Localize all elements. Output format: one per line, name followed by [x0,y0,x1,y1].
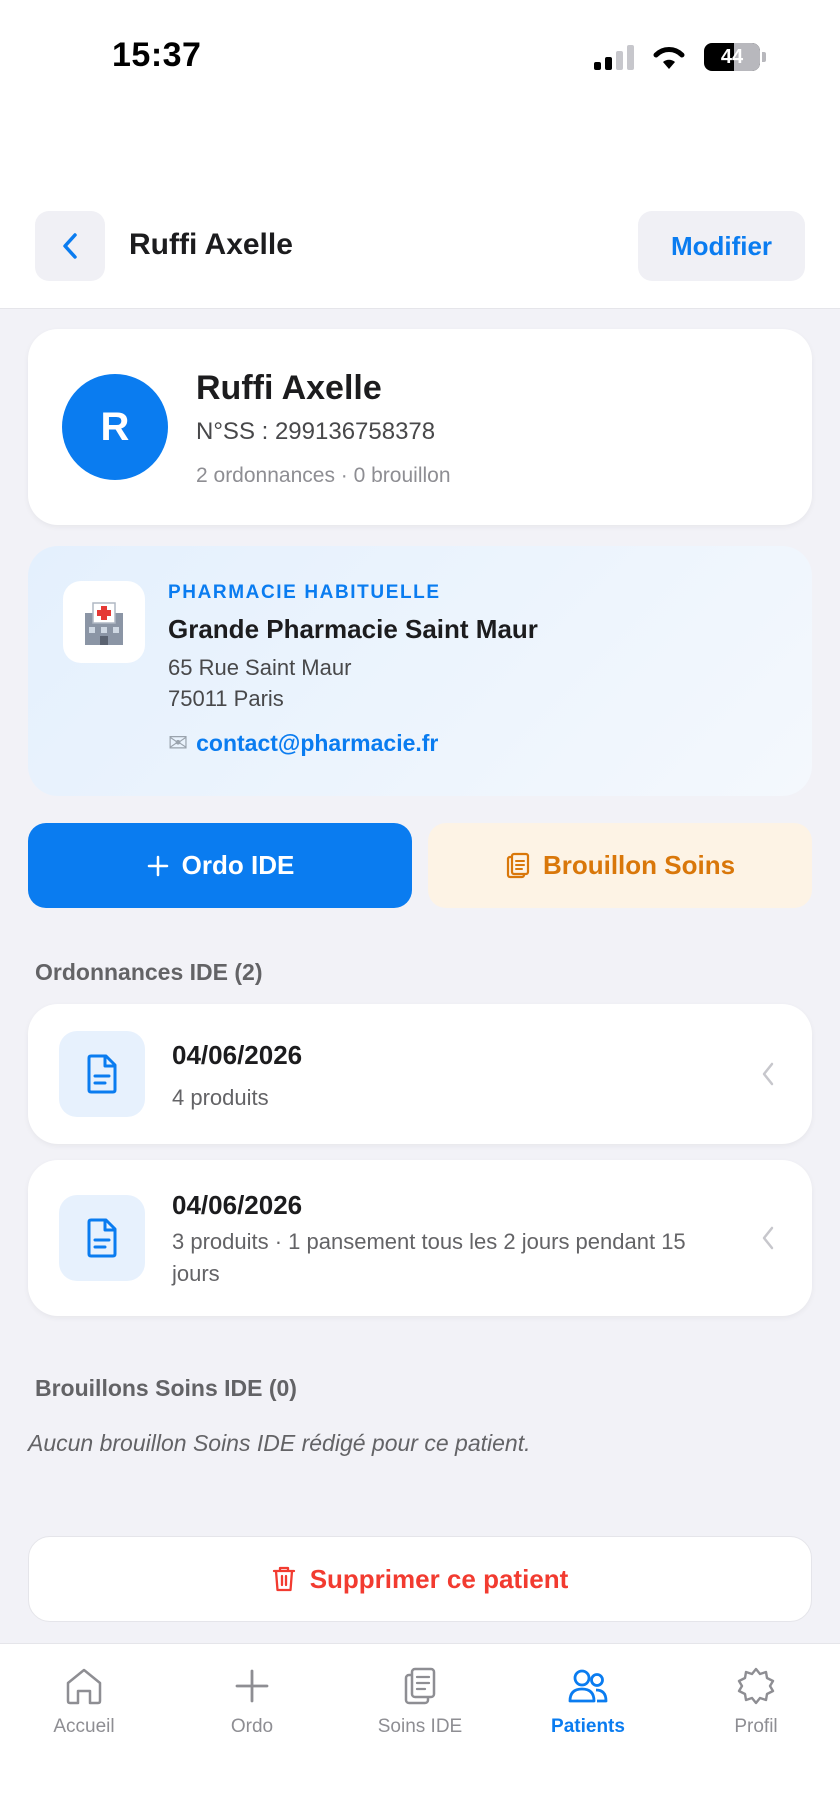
users-icon [568,1669,608,1703]
envelope-icon: ✉ [168,729,189,757]
pharmacy-name: Grande Pharmacie Saint Maur [168,614,538,644]
patient-card: R Ruffi Axelle N°SS : 299136758378 2 ord… [28,329,812,525]
status-time: 15:37 [112,36,202,74]
ordonnance-date: 04/06/2026 [172,1190,303,1220]
back-button[interactable] [35,211,105,281]
patient-name: Ruffi Axelle [196,369,382,407]
modify-button[interactable]: Modifier [638,211,805,281]
patient-meta: 2 ordonnances · 0 brouillon [196,464,451,487]
ordonnance-row[interactable]: 04/06/2026 3 produits · 1 pansement tous… [28,1160,812,1316]
new-brouillon-label: Brouillon Soins [542,850,736,880]
ordonnances-section-title: Ordonnances IDE (2) [35,959,263,985]
wifi-icon [653,47,685,69]
ordonnance-row[interactable]: 04/06/2026 4 produits [28,1004,812,1144]
new-ordo-button[interactable]: Ordo IDE [28,823,412,908]
pharmacy-email-link[interactable]: ✉ contact@pharmacie.fr [168,730,438,757]
battery-icon: 44 [704,43,760,71]
chevron-left-icon [63,233,77,259]
delete-patient-button[interactable]: Supprimer ce patient [28,1536,812,1622]
chevron-icon [760,1060,776,1088]
tab-ordo[interactable]: Ordo [182,1666,322,1738]
trash-icon [272,1566,295,1592]
brouillons-section-title: Brouillons Soins IDE (0) [35,1375,297,1401]
plus-icon [235,1669,269,1703]
tab-label: Accueil [53,1716,115,1737]
ordonnance-detail: 4 produits [172,1085,269,1110]
ordonnance-date: 04/06/2026 [172,1040,303,1070]
tab-soins-ide[interactable]: Soins IDE [350,1666,490,1738]
new-ordo-label: Ordo IDE [181,850,295,880]
ordonnance-detail: 3 produits · 1 pansement tous les 2 jour… [172,1229,686,1286]
tab-label: Patients [551,1716,625,1737]
clipboard-icon [506,852,530,878]
pharmacy-address-line2: 75011 Paris [168,686,284,711]
plus-icon [147,855,168,876]
pharmacy-address-line1: 65 Rue Saint Maur [168,655,352,680]
clipboard-icon [404,1667,436,1705]
tab-label: Profil [734,1716,778,1737]
pharmacy-card: PHARMACIE HABITUELLE Grande Pharmacie Sa… [28,546,812,796]
tab-patients[interactable]: Patients [518,1666,658,1738]
chevron-icon [760,1224,776,1252]
hospital-icon [63,581,145,663]
tab-bar: Accueil Ordo Soins IDE Patients Profil [0,1643,840,1820]
pharmacy-tag: PHARMACIE HABITUELLE [168,582,441,603]
delete-patient-label: Supprimer ce patient [309,1563,569,1594]
status-icons: 44 [594,40,766,74]
cellular-signal-icon [594,44,634,70]
gear-icon [737,1667,775,1705]
document-icon [59,1031,145,1117]
avatar: R [62,374,168,480]
tab-accueil[interactable]: Accueil [14,1666,154,1738]
tab-label: Soins IDE [377,1716,463,1737]
document-icon [59,1195,145,1281]
tab-profil[interactable]: Profil [686,1666,826,1738]
brouillons-empty-note: Aucun brouillon Soins IDE rédigé pour ce… [28,1430,531,1456]
tab-label: Ordo [230,1716,274,1737]
patient-nss: N°SS : 299136758378 [196,418,436,445]
top-bar: 15:37 44 Ruffi Axelle Modifier [0,0,840,309]
new-brouillon-button[interactable]: Brouillon Soins [428,823,812,908]
page-title: Ruffi Axelle [129,228,293,261]
pharmacy-email[interactable]: contact@pharmacie.fr [196,730,438,757]
home-icon [66,1668,102,1705]
